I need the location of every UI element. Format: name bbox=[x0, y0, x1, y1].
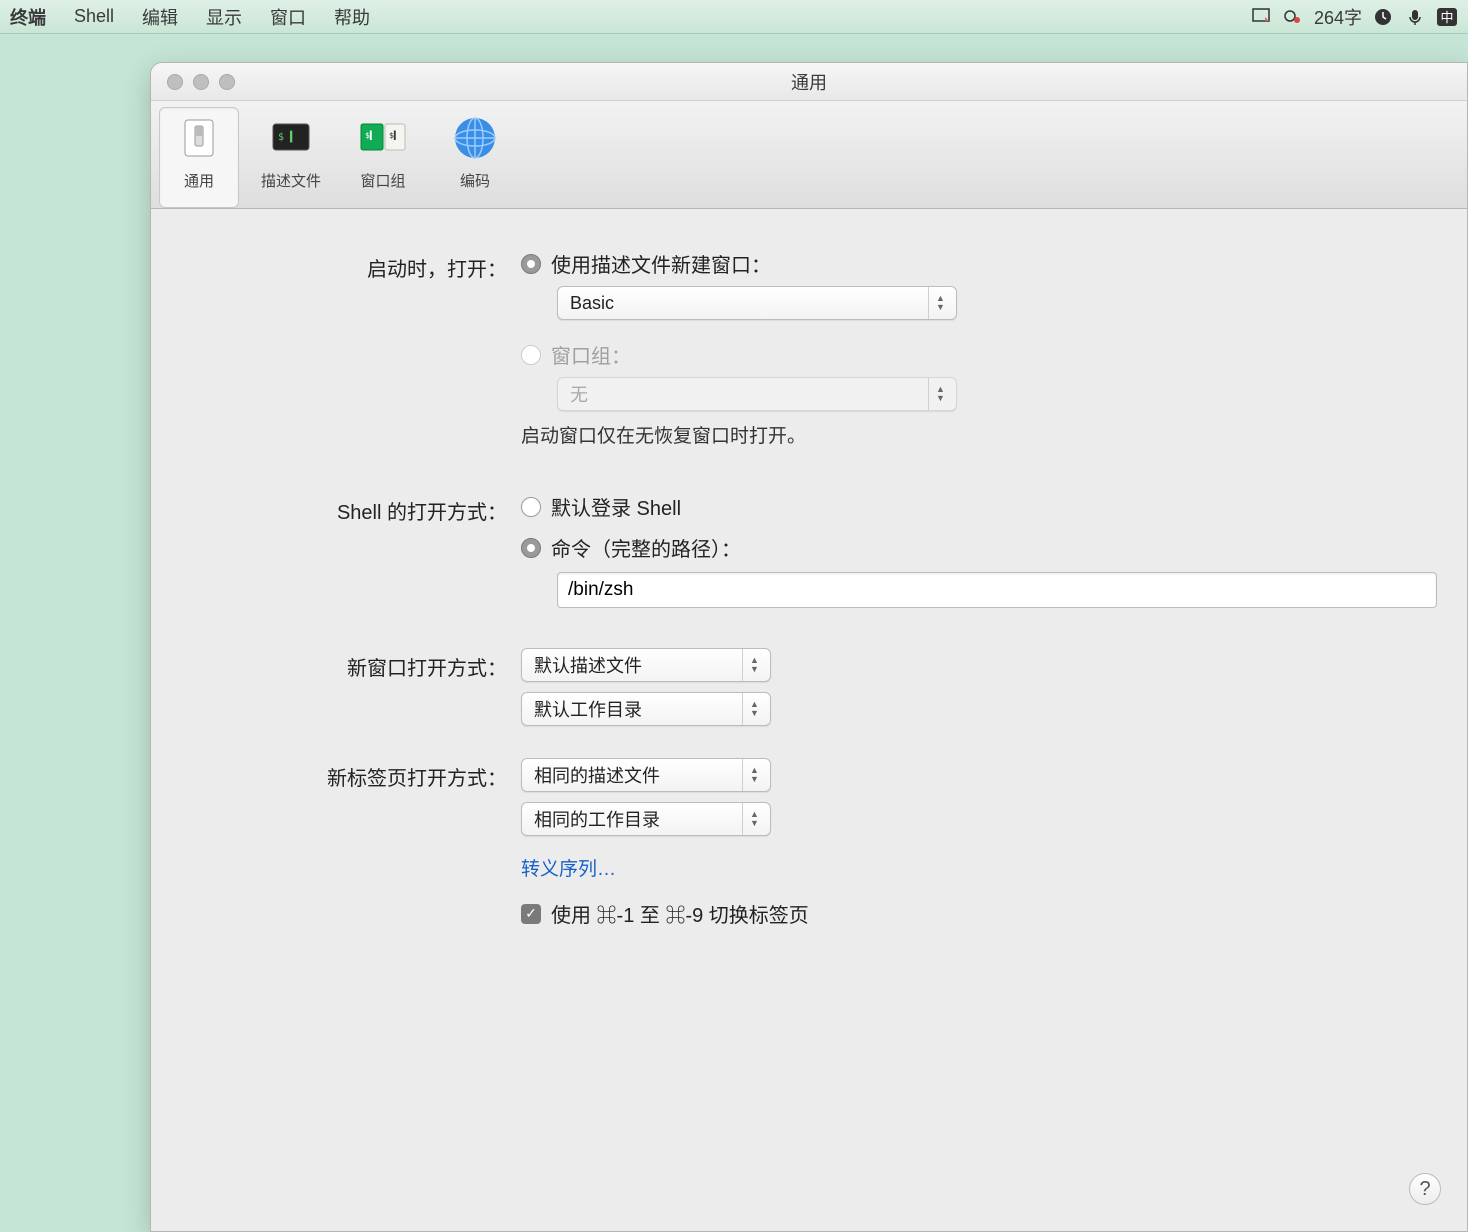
stepper-icon bbox=[928, 378, 948, 410]
tab-window-groups-label: 窗口组 bbox=[344, 170, 422, 191]
svg-text:$▍: $▍ bbox=[389, 130, 399, 140]
radio-default-shell[interactable]: 默认登录 Shell bbox=[521, 492, 1437, 521]
menu-help[interactable]: 帮助 bbox=[334, 4, 370, 30]
tab-general[interactable]: 通用 bbox=[159, 107, 239, 208]
tab-encodings[interactable]: 编码 bbox=[435, 107, 515, 208]
radio-icon bbox=[521, 497, 541, 517]
shell-command-input[interactable] bbox=[557, 572, 1437, 608]
minimize-button[interactable] bbox=[193, 74, 209, 90]
radio-icon bbox=[521, 345, 541, 365]
shell-label: Shell 的打开方式： bbox=[181, 492, 521, 525]
menu-edit[interactable]: 编辑 bbox=[142, 4, 178, 30]
encodings-icon bbox=[449, 112, 501, 164]
stepper-icon bbox=[742, 759, 762, 791]
new-tab-profile-value: 相同的描述文件 bbox=[534, 762, 660, 788]
menu-app-name[interactable]: 终端 bbox=[10, 4, 46, 30]
screenshot-icon[interactable] bbox=[1250, 6, 1272, 28]
stepper-icon bbox=[742, 803, 762, 835]
window-group-popup: 无 bbox=[557, 377, 957, 411]
cmd-switch-checkbox[interactable]: ✓ bbox=[521, 904, 541, 924]
new-window-dir-popup[interactable]: 默认工作目录 bbox=[521, 692, 771, 726]
stepper-icon bbox=[928, 287, 948, 319]
menu-shell[interactable]: Shell bbox=[74, 6, 114, 27]
menu-view[interactable]: 显示 bbox=[206, 4, 242, 30]
new-tab-dir-value: 相同的工作目录 bbox=[534, 806, 660, 832]
input-method-icon[interactable]: 中 bbox=[1436, 6, 1458, 28]
system-menubar: 终端 Shell 编辑 显示 窗口 帮助 264字 中 bbox=[0, 0, 1468, 34]
clock-icon[interactable] bbox=[1372, 6, 1394, 28]
stepper-icon bbox=[742, 649, 762, 681]
cmd-switch-label: 使用 ⌘-1 至 ⌘-9 切换标签页 bbox=[551, 899, 809, 928]
tab-profiles-label: 描述文件 bbox=[252, 170, 330, 191]
radio-icon bbox=[521, 538, 541, 558]
microphone-icon[interactable] bbox=[1404, 6, 1426, 28]
radio-window-group-label: 窗口组： bbox=[551, 340, 631, 369]
close-button[interactable] bbox=[167, 74, 183, 90]
radio-default-shell-label: 默认登录 Shell bbox=[551, 492, 681, 521]
help-button[interactable]: ? bbox=[1409, 1173, 1441, 1205]
tab-encodings-label: 编码 bbox=[436, 170, 514, 191]
preferences-window: 通用 通用 $ ▍ 描述文件 $▍ $▍ 窗口组 编码 bbox=[150, 62, 1468, 1232]
menu-window[interactable]: 窗口 bbox=[270, 4, 306, 30]
traffic-lights bbox=[167, 74, 235, 90]
tab-profiles[interactable]: $ ▍ 描述文件 bbox=[251, 107, 331, 208]
window-groups-icon: $▍ $▍ bbox=[357, 112, 409, 164]
tab-window-groups[interactable]: $▍ $▍ 窗口组 bbox=[343, 107, 423, 208]
word-count[interactable]: 264字 bbox=[1314, 4, 1362, 30]
radio-command-shell[interactable]: 命令（完整的路径）： bbox=[521, 533, 1437, 562]
escape-sequences-link[interactable]: 转义序列… bbox=[521, 854, 1437, 881]
svg-text:中: 中 bbox=[1440, 10, 1453, 25]
startup-hint: 启动窗口仅在无恢复窗口时打开。 bbox=[521, 421, 1437, 448]
profiles-icon: $ ▍ bbox=[265, 112, 317, 164]
profile-popup[interactable]: Basic bbox=[557, 286, 957, 320]
svg-text:$▍: $▍ bbox=[365, 130, 375, 140]
svg-text:$ ▍: $ ▍ bbox=[278, 130, 296, 143]
new-tab-profile-popup[interactable]: 相同的描述文件 bbox=[521, 758, 771, 792]
new-window-profile-value: 默认描述文件 bbox=[534, 652, 642, 678]
radio-window-group[interactable]: 窗口组： bbox=[521, 340, 1437, 369]
new-window-profile-popup[interactable]: 默认描述文件 bbox=[521, 648, 771, 682]
radio-icon bbox=[521, 254, 541, 274]
stepper-icon bbox=[742, 693, 762, 725]
window-group-popup-value: 无 bbox=[570, 381, 588, 407]
window-titlebar: 通用 bbox=[151, 63, 1467, 101]
tab-general-label: 通用 bbox=[160, 170, 238, 191]
startup-label: 启动时，打开： bbox=[181, 249, 521, 282]
radio-new-window-profile[interactable]: 使用描述文件新建窗口： bbox=[521, 249, 1437, 278]
zoom-button[interactable] bbox=[219, 74, 235, 90]
radio-new-window-profile-label: 使用描述文件新建窗口： bbox=[551, 249, 771, 278]
prefs-content: 启动时，打开： 使用描述文件新建窗口： Basic 窗口组： bbox=[151, 209, 1467, 978]
new-window-dir-value: 默认工作目录 bbox=[534, 696, 642, 722]
new-tab-dir-popup[interactable]: 相同的工作目录 bbox=[521, 802, 771, 836]
weather-icon[interactable] bbox=[1282, 6, 1304, 28]
new-window-label: 新窗口打开方式： bbox=[181, 648, 521, 681]
window-title: 通用 bbox=[791, 69, 827, 95]
new-tab-label: 新标签页打开方式： bbox=[181, 758, 521, 791]
general-icon bbox=[173, 112, 225, 164]
radio-command-shell-label: 命令（完整的路径）： bbox=[551, 533, 741, 562]
profile-popup-value: Basic bbox=[570, 293, 614, 314]
prefs-toolbar: 通用 $ ▍ 描述文件 $▍ $▍ 窗口组 编码 bbox=[151, 101, 1467, 209]
